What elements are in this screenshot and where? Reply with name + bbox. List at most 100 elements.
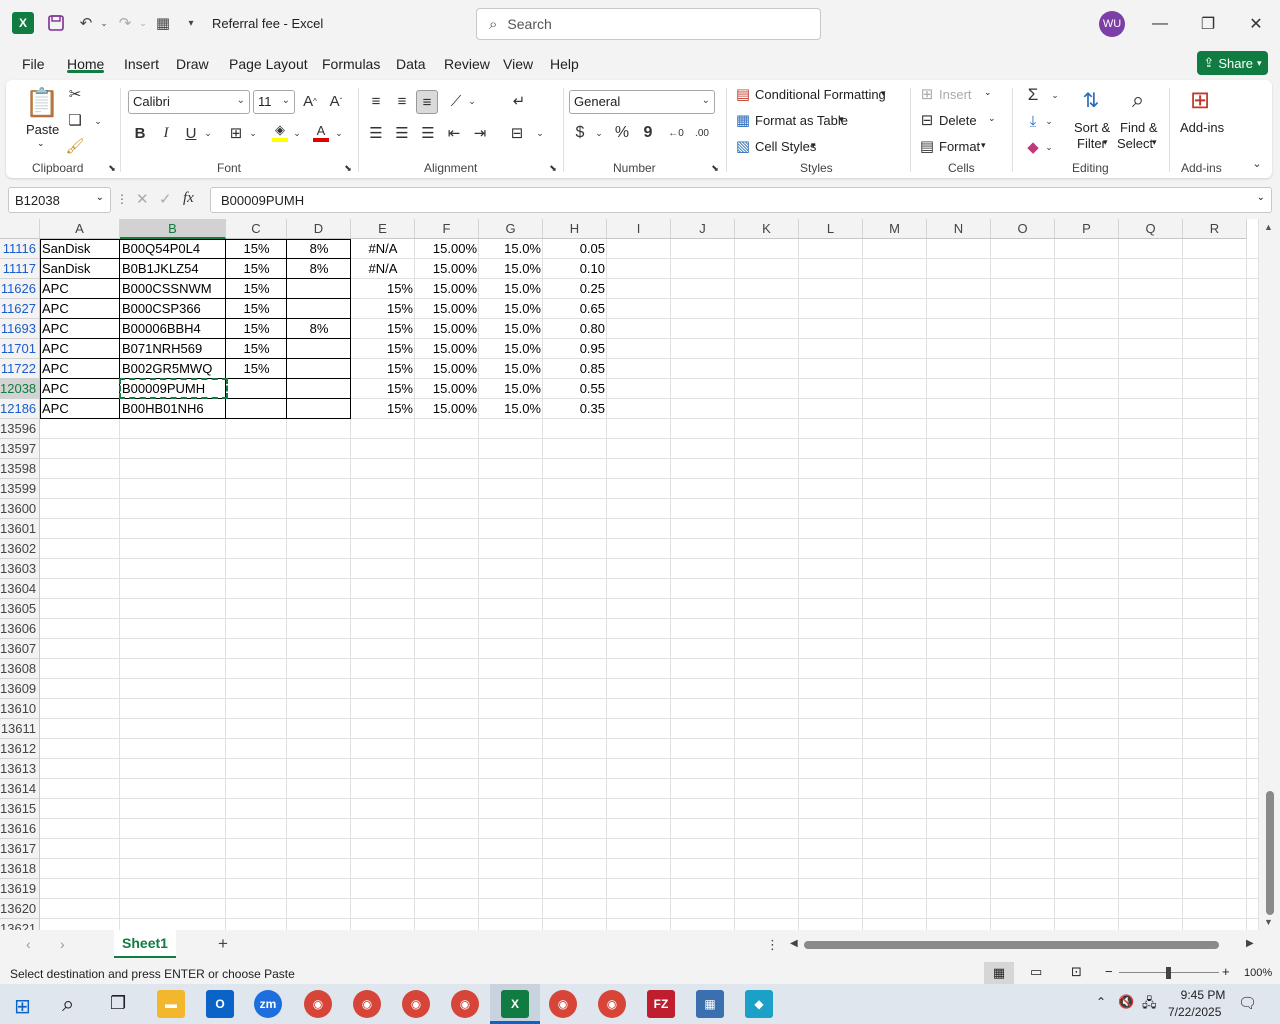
search-icon[interactable]: ⌕	[62, 991, 74, 1017]
row-header[interactable]: 11117	[0, 259, 40, 279]
restore-button[interactable]: ❐	[1193, 10, 1223, 38]
outlook-icon[interactable]: O	[206, 990, 234, 1018]
format-as-table-button[interactable]: Format as Table	[755, 113, 848, 128]
zoom-out-icon[interactable]: −	[1105, 964, 1113, 979]
filezilla-icon[interactable]: FZ	[647, 990, 675, 1018]
column-header-p[interactable]: P	[1055, 219, 1119, 239]
underline-dropdown-icon[interactable]: ⌄	[202, 122, 214, 144]
align-middle-icon[interactable]: ≡	[392, 90, 412, 112]
font-launcher-icon[interactable]: ⬊	[342, 162, 354, 174]
paste-button[interactable]: Paste	[26, 122, 59, 137]
customize-toolbar-icon[interactable]: ▾	[180, 12, 202, 34]
cell-h-12038[interactable]: 0.55	[543, 379, 607, 399]
fill-icon[interactable]: ⤓	[1023, 110, 1043, 132]
insert-cells-button[interactable]: Insert	[939, 87, 972, 102]
align-center-icon[interactable]: ☰	[392, 122, 412, 144]
cell-g-11626[interactable]: 15.0%	[479, 279, 543, 299]
clear-dropdown-icon[interactable]: ⌄	[1043, 136, 1055, 158]
number-format-select[interactable]: General ⌄	[569, 90, 715, 114]
decrease-decimal-icon[interactable]: .00	[692, 122, 712, 144]
sort-filter-icon[interactable]: ⇅	[1076, 84, 1106, 116]
column-header-q[interactable]: Q	[1119, 219, 1183, 239]
delete-cells-button[interactable]: Delete	[939, 113, 977, 128]
row-header[interactable]: 13601	[0, 519, 40, 539]
horizontal-scroll-thumb[interactable]	[804, 941, 1219, 949]
column-header-c[interactable]: C	[226, 219, 287, 239]
search-input[interactable]: ⌕ Search	[476, 8, 821, 40]
cell-g-11116[interactable]: 15.0%	[479, 239, 543, 259]
cell-h-12186[interactable]: 0.35	[543, 399, 607, 419]
page-break-preview-icon[interactable]: ⊡	[1071, 964, 1082, 980]
paste-icon[interactable]: 📋	[25, 84, 60, 120]
fill-color-icon[interactable]: ◈	[270, 120, 290, 144]
row-header[interactable]: 13608	[0, 659, 40, 679]
row-header[interactable]: 13621	[0, 919, 40, 930]
scroll-left-icon[interactable]: ◀	[790, 938, 798, 949]
zoom-level[interactable]: 100%	[1244, 967, 1272, 979]
calculator-icon[interactable]: ▦	[152, 12, 174, 34]
chevron-down-icon[interactable]: ⌄	[988, 113, 996, 124]
formula-input[interactable]: B00009PUMH ⌄	[210, 187, 1272, 213]
increase-decimal-icon[interactable]: ←0	[666, 122, 686, 144]
orientation-icon[interactable]: ⟋	[446, 90, 466, 112]
column-header-a[interactable]: A	[40, 219, 120, 239]
next-sheet-icon[interactable]: ›	[60, 936, 65, 952]
zoom-in-icon[interactable]: +	[1222, 964, 1230, 979]
decrease-indent-icon[interactable]: ⇤	[444, 122, 464, 144]
row-header[interactable]: 13597	[0, 439, 40, 459]
column-header-g[interactable]: G	[479, 219, 543, 239]
underline-button[interactable]: U	[181, 122, 201, 144]
merge-center-icon[interactable]: ⊟	[507, 122, 527, 144]
zoom-slider-handle[interactable]	[1166, 967, 1171, 979]
column-header-n[interactable]: N	[927, 219, 991, 239]
row-header[interactable]: 13611	[0, 719, 40, 739]
scroll-up-icon[interactable]: ▲	[1264, 222, 1273, 232]
format-painter-icon[interactable]: 🖌	[65, 136, 84, 156]
cell-styles-button[interactable]: Cell Styles	[755, 139, 816, 154]
row-header[interactable]: 11701	[0, 339, 40, 359]
chevron-down-icon[interactable]: ▾	[981, 140, 986, 151]
format-as-table-icon[interactable]: ▦	[735, 110, 751, 130]
chrome-icon[interactable]: ◉	[402, 990, 430, 1018]
alignment-launcher-icon[interactable]: ⬊	[547, 162, 559, 174]
windows-start-icon[interactable]: ⊞	[14, 994, 31, 1019]
font-color-icon[interactable]: A	[311, 120, 331, 144]
chevron-down-icon[interactable]: ▾	[881, 88, 886, 99]
tab-help[interactable]: Help	[550, 56, 579, 72]
chrome-icon[interactable]: ◉	[598, 990, 626, 1018]
delete-cells-icon[interactable]: ⊟	[919, 110, 935, 130]
cell-g-11722[interactable]: 15.0%	[479, 359, 543, 379]
tab-data[interactable]: Data	[396, 56, 426, 72]
currency-dropdown-icon[interactable]: ⌄	[593, 122, 605, 144]
more-options-icon[interactable]: ⋮	[766, 937, 779, 953]
chevron-down-icon[interactable]: ▾	[811, 140, 816, 151]
column-header-e[interactable]: E	[351, 219, 415, 239]
chevron-down-icon[interactable]: ▾	[1152, 137, 1157, 148]
cell-e-11117[interactable]: #N/A	[351, 259, 415, 279]
cell-g-12038[interactable]: 15.0%	[479, 379, 543, 399]
row-header[interactable]: 13617	[0, 839, 40, 859]
conditional-formatting-icon[interactable]: ▤	[735, 84, 751, 104]
cell-e-11701[interactable]: 15%	[351, 339, 415, 359]
row-header[interactable]: 13616	[0, 819, 40, 839]
format-cells-icon[interactable]: ▤	[919, 136, 935, 156]
notifications-icon[interactable]: 🗨	[1238, 994, 1257, 1012]
fill-dropdown-icon[interactable]: ⌄	[1043, 110, 1055, 132]
minimize-button[interactable]: —	[1145, 10, 1175, 38]
save-icon[interactable]	[45, 12, 67, 34]
column-header-k[interactable]: K	[735, 219, 799, 239]
row-header[interactable]: 13605	[0, 599, 40, 619]
add-ins-icon[interactable]: ⊞	[1184, 84, 1216, 116]
column-header-m[interactable]: M	[863, 219, 927, 239]
cell-g-11117[interactable]: 15.0%	[479, 259, 543, 279]
tab-sheet1[interactable]: Sheet1	[114, 930, 176, 958]
cell-h-11722[interactable]: 0.85	[543, 359, 607, 379]
copy-dropdown-icon[interactable]: ⌄	[92, 111, 104, 131]
cell-f-11701[interactable]: 15.00%	[415, 339, 479, 359]
cell-f-11626[interactable]: 15.00%	[415, 279, 479, 299]
add-sheet-button[interactable]: +	[218, 934, 228, 954]
tab-formulas[interactable]: Formulas	[322, 56, 380, 72]
row-header[interactable]: 13599	[0, 479, 40, 499]
row-header[interactable]: 13602	[0, 539, 40, 559]
row-header[interactable]: 13612	[0, 739, 40, 759]
